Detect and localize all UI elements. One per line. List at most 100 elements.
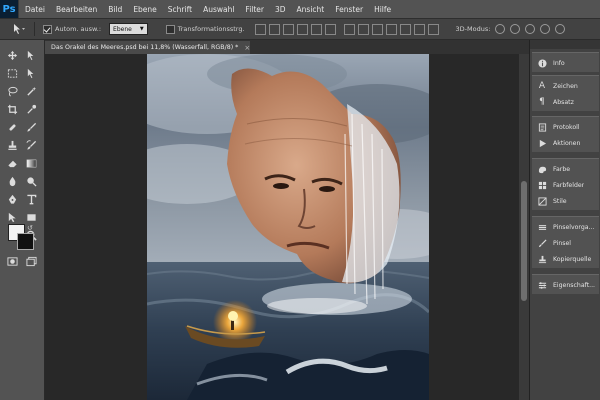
panel-zeichen[interactable]: A Zeichen — [532, 78, 599, 94]
menu-filter[interactable]: Filter — [245, 5, 264, 14]
panel-eigenschaften[interactable]: Eigenschaft... — [532, 277, 599, 293]
close-icon[interactable]: × — [244, 44, 250, 52]
transform-controls-checkbox[interactable] — [165, 24, 175, 34]
menu-datei[interactable]: Datei — [25, 5, 45, 14]
align-center-icon[interactable] — [310, 23, 322, 35]
align-buttons-group — [254, 23, 442, 35]
align-right-icon[interactable] — [324, 23, 336, 35]
healing-brush-tool-icon[interactable] — [5, 120, 19, 134]
clone-stamp-tool-icon[interactable] — [5, 138, 19, 152]
scrollbar-thumb[interactable] — [521, 181, 527, 301]
menu-ebene[interactable]: Ebene — [133, 5, 156, 14]
gradient-tool-icon[interactable] — [24, 156, 38, 170]
distribute-center-icon[interactable] — [399, 23, 411, 35]
type-tool-icon[interactable] — [24, 192, 38, 206]
eraser-tool-icon[interactable] — [5, 156, 19, 170]
path-selection-tool-icon[interactable] — [5, 210, 19, 224]
tools-panel: ↺ — [0, 40, 45, 400]
menu-bild[interactable]: Bild — [108, 5, 122, 14]
panel-pinselvorgaben[interactable]: Pinselvorga... — [532, 219, 599, 235]
panel-dock: Info A Zeichen ¶ Absatz Protokoll Aktion… — [529, 40, 600, 400]
artboard-tool-icon[interactable] — [24, 48, 38, 62]
menu-3d[interactable]: 3D — [275, 5, 286, 14]
menu-bar: Ps Datei Bearbeiten Bild Ebene Schrift A… — [0, 0, 600, 18]
background-color-swatch[interactable] — [17, 233, 34, 250]
panel-farbfelder[interactable]: Farbfelder — [532, 177, 599, 193]
distribute-right-icon[interactable] — [413, 23, 425, 35]
panel-pinselvorgaben-label: Pinselvorga... — [553, 223, 595, 231]
vertical-scrollbar[interactable] — [519, 54, 529, 400]
panel-aktionen-label: Aktionen — [553, 139, 581, 147]
distribute-top-icon[interactable] — [343, 23, 355, 35]
eyedropper-tool-icon[interactable] — [24, 102, 38, 116]
dock-collapse-bar[interactable] — [530, 40, 600, 49]
3d-mode-label: 3D-Modus: — [455, 25, 491, 33]
dodge-tool-icon[interactable] — [24, 174, 38, 188]
3d-pan-icon[interactable] — [525, 24, 536, 34]
3d-roll-icon[interactable] — [510, 24, 521, 34]
document-canvas[interactable] — [147, 54, 429, 400]
pen-tool-icon[interactable] — [5, 192, 19, 206]
distribute-bottom-icon[interactable] — [371, 23, 383, 35]
menu-bearbeiten[interactable]: Bearbeiten — [56, 5, 97, 14]
panel-farbe[interactable]: Farbe — [532, 161, 599, 177]
magic-wand-tool-icon[interactable] — [24, 84, 38, 98]
document-tab[interactable]: Das Orakel des Meeres.psd bei 11,8% (Was… — [45, 41, 250, 54]
distribute-middle-icon[interactable] — [357, 23, 369, 35]
lasso-tool-icon[interactable] — [5, 84, 19, 98]
brush-icon — [537, 238, 547, 248]
panel-stile[interactable]: Stile — [532, 193, 599, 209]
panel-info[interactable]: Info — [532, 55, 599, 71]
artwork-image — [147, 54, 429, 400]
swatches-icon — [537, 180, 547, 190]
canvas-area[interactable] — [45, 54, 519, 400]
auto-align-icon[interactable] — [427, 23, 439, 35]
menu-ansicht[interactable]: Ansicht — [297, 5, 325, 14]
styles-icon — [537, 196, 547, 206]
menu-auswahl[interactable]: Auswahl — [203, 5, 234, 14]
move-selection-icon[interactable] — [24, 66, 38, 80]
auto-select-dropdown[interactable]: Ebene ▼ — [109, 23, 148, 35]
menu-hilfe[interactable]: Hilfe — [374, 5, 391, 14]
auto-select-checkbox[interactable] — [43, 24, 52, 34]
3d-slide-icon[interactable] — [540, 24, 551, 34]
marquee-tool-icon[interactable] — [5, 66, 19, 80]
rectangle-tool-icon[interactable] — [24, 210, 38, 224]
panel-farbe-label: Farbe — [553, 165, 571, 173]
menu-fenster[interactable]: Fenster — [335, 5, 363, 14]
align-middle-icon[interactable] — [268, 23, 280, 35]
panel-group-properties: Eigenschaft... — [532, 274, 599, 294]
panel-kopierquelle-label: Kopierquelle — [553, 255, 592, 263]
auto-select-option: Autom. ausw.: — [43, 24, 101, 34]
brush-tool-icon[interactable] — [24, 120, 38, 134]
panel-protokoll[interactable]: Protokoll — [532, 119, 599, 135]
panel-absatz-label: Absatz — [553, 98, 574, 106]
screen-mode-icon[interactable] — [24, 254, 38, 268]
history-brush-tool-icon[interactable] — [24, 138, 38, 152]
swap-colors-icon[interactable]: ↺ — [27, 224, 33, 232]
3d-rotate-icon[interactable] — [495, 24, 506, 34]
menu-schrift[interactable]: Schrift — [168, 5, 192, 14]
align-left-icon[interactable] — [296, 23, 308, 35]
panel-absatz[interactable]: ¶ Absatz — [532, 94, 599, 110]
panel-pinsel[interactable]: Pinsel — [532, 235, 599, 251]
panel-aktionen[interactable]: Aktionen — [532, 135, 599, 151]
options-bar: Autom. ausw.: Ebene ▼ Transformationsstr… — [0, 18, 600, 40]
panel-group-info: Info — [532, 52, 599, 72]
panel-zeichen-label: Zeichen — [553, 82, 578, 90]
align-bottom-icon[interactable] — [282, 23, 294, 35]
panel-stile-label: Stile — [553, 197, 567, 205]
photoshop-logo[interactable]: Ps — [0, 0, 19, 18]
quick-mask-icon[interactable] — [5, 254, 19, 268]
move-tool-icon[interactable] — [5, 48, 19, 62]
align-top-icon[interactable] — [254, 23, 266, 35]
panel-info-label: Info — [553, 59, 565, 67]
document-tab-bar: Das Orakel des Meeres.psd bei 11,8% (Was… — [45, 40, 529, 54]
3d-scale-icon[interactable] — [555, 24, 566, 34]
move-tool-preset-icon[interactable] — [12, 23, 26, 35]
panel-kopierquelle[interactable]: Kopierquelle — [532, 251, 599, 267]
blur-tool-icon[interactable] — [5, 174, 19, 188]
distribute-left-icon[interactable] — [385, 23, 397, 35]
crop-tool-icon[interactable] — [5, 102, 19, 116]
panel-protokoll-label: Protokoll — [553, 123, 580, 131]
